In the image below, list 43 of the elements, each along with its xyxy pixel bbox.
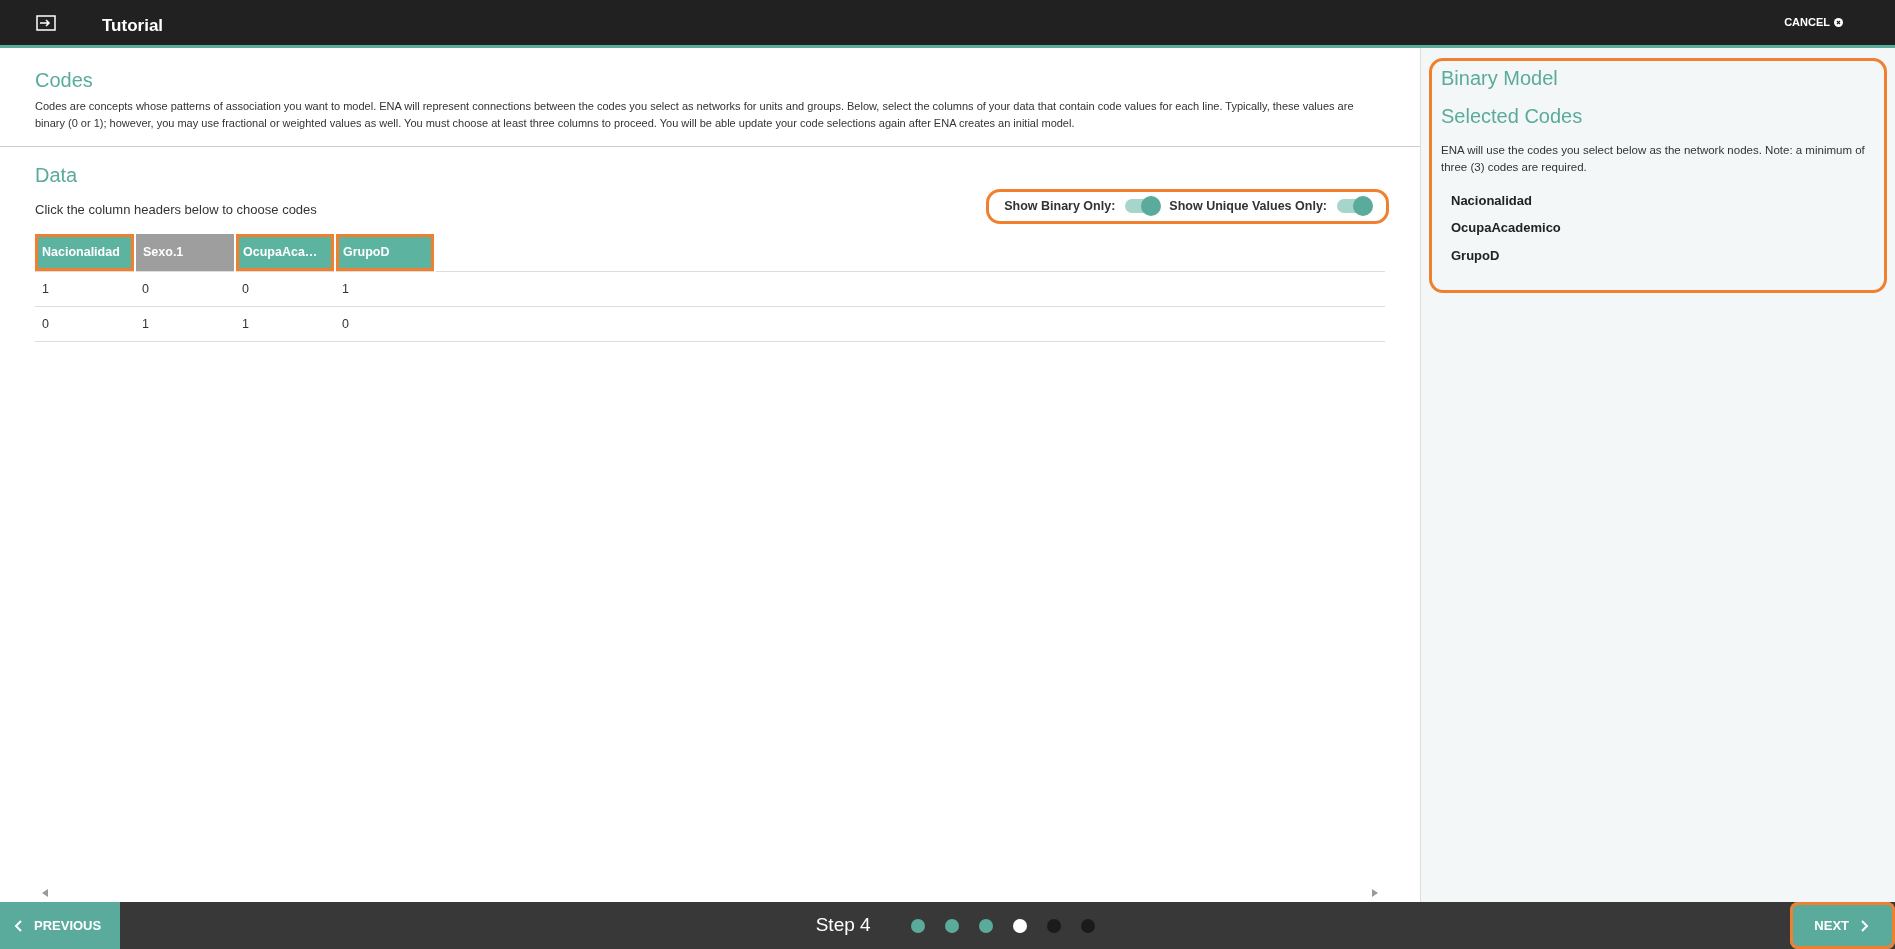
- table-cell: 1: [335, 271, 435, 307]
- previous-button[interactable]: PREVIOUS: [0, 902, 120, 949]
- table-cell: 1: [235, 306, 335, 342]
- table-cell: 0: [135, 271, 235, 307]
- panel-title: Binary Model: [1441, 66, 1559, 90]
- column-header[interactable]: GrupoD: [335, 233, 435, 272]
- description-text: Codes are concepts whose patterns of association you want to model. ENA will represent connections between the codes you select as networks for units and groups. Below, select the columns of your data that contain code values for each line. Typically, these values are binary (0 or 1); however, you may use fractional or weighted values as well. You must choose at least three columns to proceed. You will be able update your code selections again after ENA creates an initial model.: [35, 99, 1355, 132]
- table-cell: 0: [235, 271, 335, 307]
- table-cell: 0: [335, 306, 435, 342]
- toggle-switch[interactable]: [1337, 199, 1371, 214]
- table-cell: 0: [35, 306, 135, 342]
- toggle-label: Show Binary Only:: [1004, 198, 1116, 216]
- step-dot[interactable]: [978, 918, 993, 933]
- column-header[interactable]: OcupaAca…: [235, 233, 335, 272]
- panel-subtitle: Selected Codes: [1441, 104, 1584, 128]
- table-cell: 1: [135, 306, 235, 342]
- selected-code: OcupaAcademico: [1450, 219, 1562, 237]
- selected-code: Nacionalidad: [1450, 191, 1533, 210]
- step-dot[interactable]: [1012, 918, 1027, 933]
- step-label: Step 4: [815, 913, 871, 938]
- selected-code: GrupoD: [1450, 246, 1501, 265]
- step-dot[interactable]: [944, 918, 959, 933]
- column-header[interactable]: Sexo.1: [135, 233, 235, 272]
- toggle-label: Show Unique Values Only:: [1169, 198, 1327, 216]
- section-heading: Data: [35, 163, 79, 188]
- panel-note: ENA will use the codes you select below as the network nodes. Note: a minimum of three (3) codes are required.: [1441, 143, 1866, 176]
- section-heading: Codes: [35, 68, 94, 92]
- close-icon: [1834, 18, 1843, 27]
- scroll-left-icon[interactable]: [42, 889, 48, 897]
- step-dot[interactable]: [910, 918, 925, 933]
- step-dot[interactable]: [1046, 918, 1061, 933]
- exit-icon[interactable]: [36, 14, 56, 31]
- cancel-button[interactable]: CANCEL: [1778, 13, 1849, 32]
- column-header[interactable]: Nacionalidad: [35, 233, 135, 272]
- chevron-left-icon: [14, 919, 22, 932]
- toggle-switch[interactable]: [1125, 199, 1160, 214]
- window-title: Tutorial: [102, 14, 164, 37]
- chevron-right-icon: [1861, 919, 1869, 932]
- scroll-right-icon[interactable]: [1372, 889, 1378, 897]
- next-button[interactable]: NEXT: [1790, 902, 1895, 949]
- hint-text: Click the column headers below to choose codes: [35, 200, 317, 219]
- step-dot[interactable]: [1080, 918, 1095, 933]
- table-cell: 1: [35, 271, 135, 307]
